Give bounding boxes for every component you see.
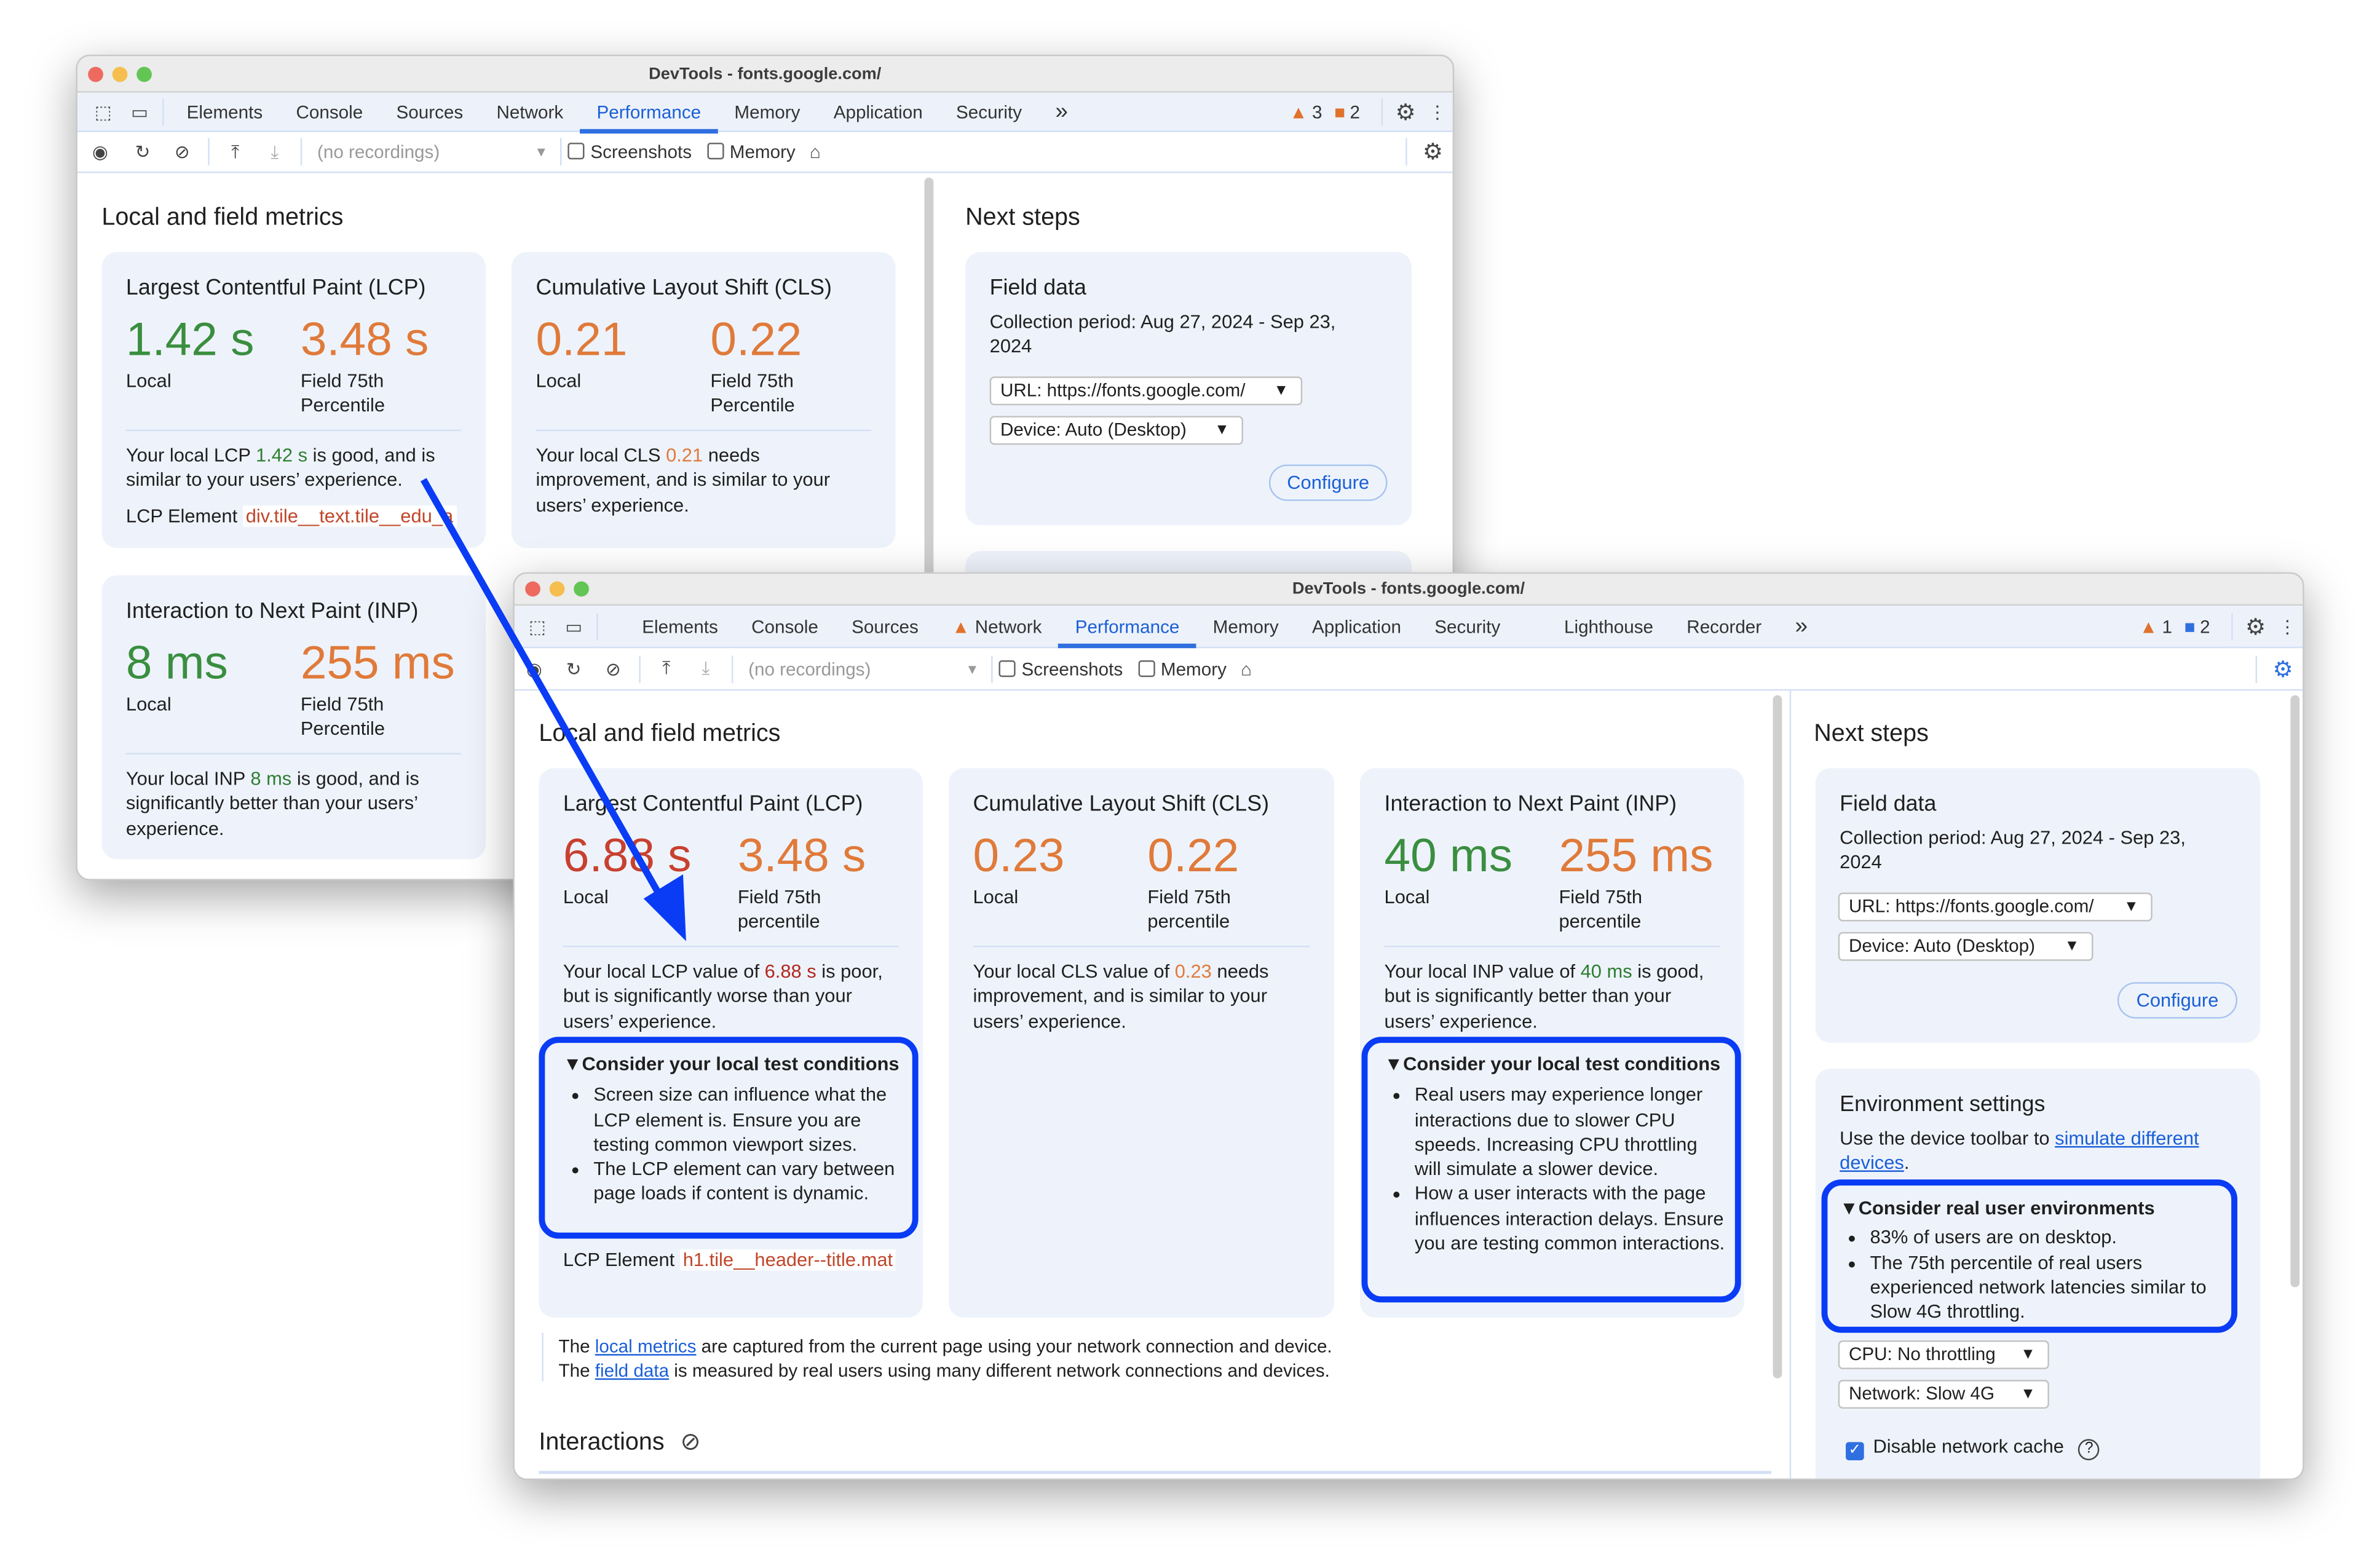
annotation-arrow xyxy=(420,478,686,941)
